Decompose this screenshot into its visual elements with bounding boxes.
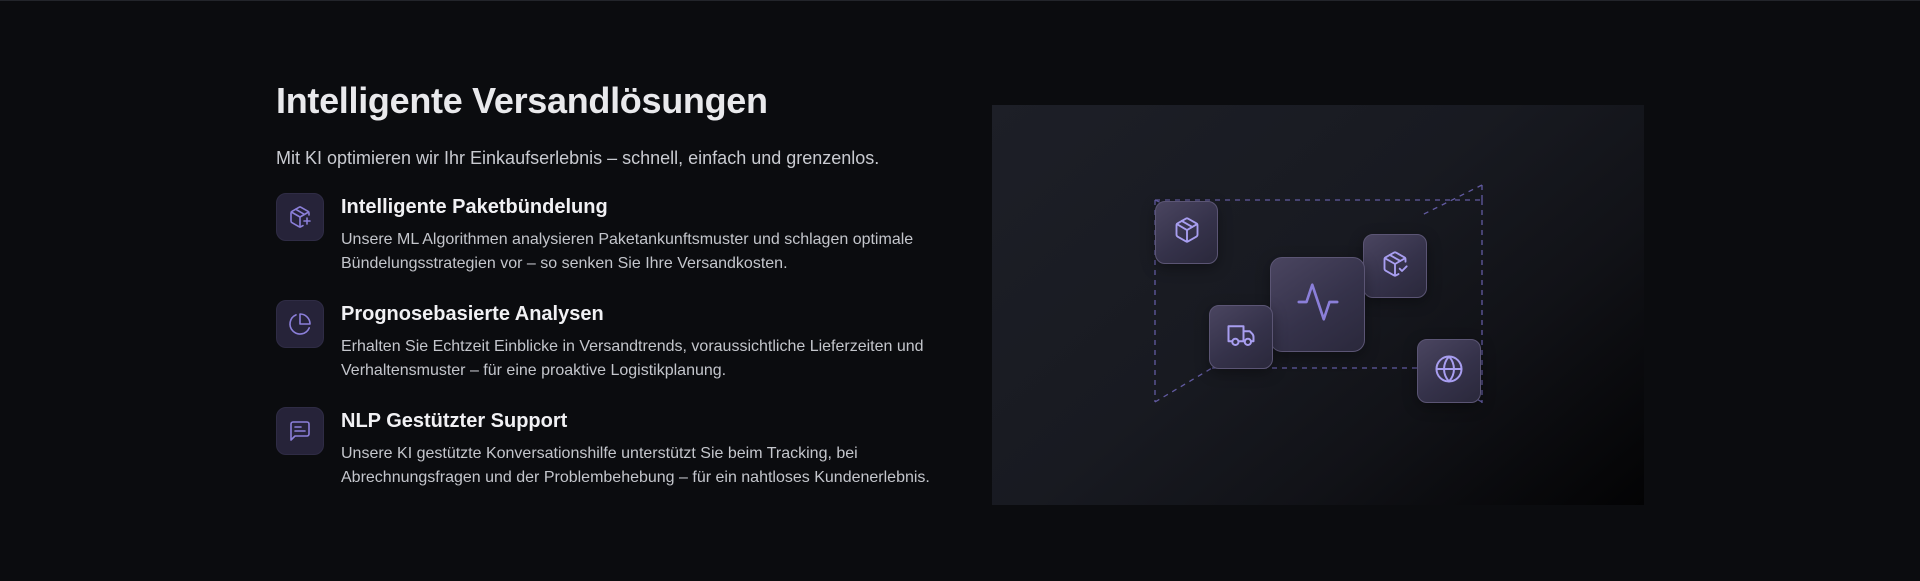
feature-item-package-bundling: Intelligente Paketbündelung Unsere ML Al… (276, 193, 956, 276)
package-check-icon (1381, 250, 1409, 283)
activity-tile (1270, 257, 1365, 352)
activity-icon (1295, 279, 1341, 330)
pie-chart-icon (276, 300, 324, 348)
feature-list: Intelligente Paketbündelung Unsere ML Al… (276, 193, 956, 490)
features-section: Intelligente Versandlösungen Mit KI opti… (276, 79, 956, 514)
feature-description: Unsere KI gestützte Konversationshilfe u… (341, 445, 930, 486)
feature-item-predictive-analytics: Prognosebasierte Analysen Erhalten Sie E… (276, 300, 956, 383)
feature-body: NLP Gestützter Support Unsere KI gestütz… (341, 407, 941, 490)
feature-body: Prognosebasierte Analysen Erhalten Sie E… (341, 300, 941, 383)
truck-icon (1226, 320, 1256, 355)
section-subtitle: Mit KI optimieren wir Ihr Einkaufserlebn… (276, 148, 880, 168)
shipping-illustration (992, 105, 1644, 505)
package-plus-icon (276, 193, 324, 241)
message-square-text-icon (276, 407, 324, 455)
truck-tile (1209, 305, 1273, 369)
feature-title: NLP Gestützter Support (341, 410, 568, 432)
globe-icon (1434, 354, 1464, 389)
box-tile (1155, 201, 1218, 264)
feature-title: Prognosebasierte Analysen (341, 303, 604, 325)
feature-body: Intelligente Paketbündelung Unsere ML Al… (341, 193, 941, 276)
box-icon (1173, 216, 1201, 249)
package-check-tile (1363, 234, 1427, 298)
page: Intelligente Versandlösungen Mit KI opti… (0, 0, 1920, 581)
feature-title: Intelligente Paketbündelung (341, 196, 608, 218)
globe-tile (1417, 339, 1481, 403)
section-title: Intelligente Versandlösungen (276, 80, 768, 121)
feature-description: Erhalten Sie Echtzeit Einblicke in Versa… (341, 338, 924, 379)
feature-description: Unsere ML Algorithmen analysieren Paketa… (341, 231, 914, 272)
feature-item-nlp-support: NLP Gestützter Support Unsere KI gestütz… (276, 407, 956, 490)
